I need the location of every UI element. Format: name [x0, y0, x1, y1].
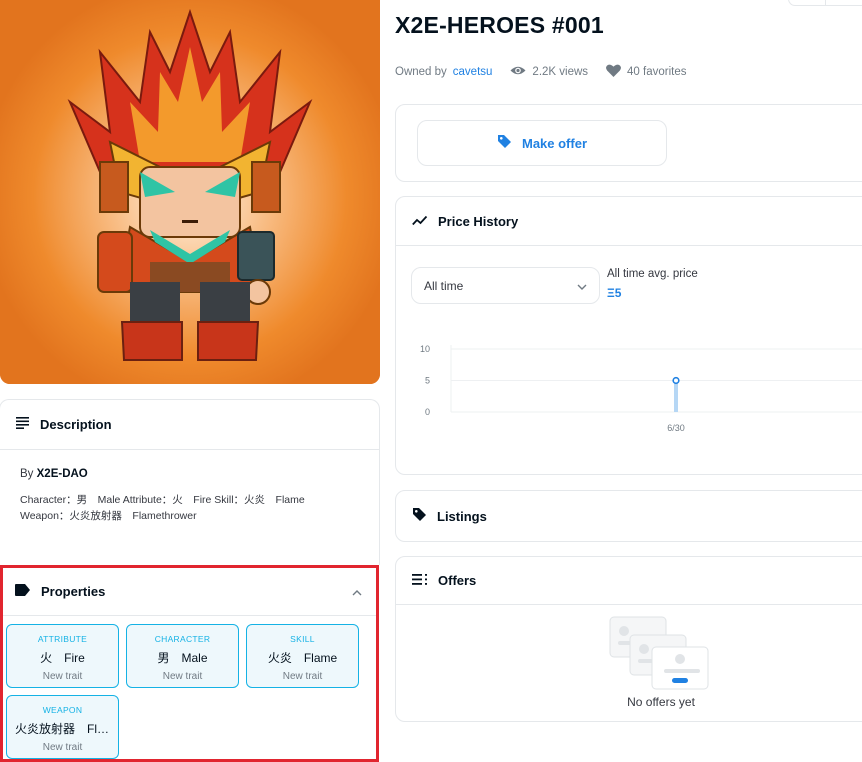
listings-panel: Listings	[395, 490, 862, 542]
chevron-up-icon[interactable]	[352, 585, 362, 599]
trait-type: ATTRIBUTE	[37, 634, 88, 644]
views-count: 2.2K views	[532, 66, 589, 78]
trait-rarity: New trait	[282, 671, 323, 682]
avg-price-label: All time avg. price	[607, 268, 698, 280]
trait-weapon[interactable]: WEAPON 火炎放射器 Flamethrower New trait	[6, 695, 119, 759]
trait-rarity: New trait	[162, 671, 203, 682]
trend-icon	[412, 214, 428, 229]
description-panel: Description By X2E-DAO Character：男 Male …	[0, 399, 380, 565]
description-title: Description	[40, 417, 112, 432]
y-tick-label: 0	[425, 407, 430, 417]
hero-artwork	[0, 0, 380, 384]
heart-icon[interactable]	[606, 64, 621, 80]
eye-icon	[510, 65, 526, 79]
properties-header[interactable]: Properties	[3, 568, 376, 616]
trait-character[interactable]: CHARACTER 男 Male New trait	[126, 624, 239, 688]
properties-title: Properties	[41, 584, 106, 599]
y-tick-label: 10	[420, 344, 430, 354]
listings-header[interactable]: Listings	[396, 491, 862, 541]
item-title: X2E-HEROES #001	[395, 12, 604, 38]
description-line-1: Character：男 Male Attribute：火 Fire Skill：…	[20, 494, 305, 506]
trait-rarity: New trait	[42, 742, 83, 753]
description-header[interactable]: Description	[0, 400, 379, 450]
tag-icon	[15, 584, 31, 599]
tag-icon	[497, 134, 512, 152]
offers-title: Offers	[438, 573, 477, 588]
avg-price-value: Ξ5	[607, 286, 622, 300]
description-line-2: Weapon：火炎放射器 Flamethrower	[20, 510, 197, 522]
owned-by-label: Owned by	[395, 66, 447, 78]
nft-image[interactable]	[0, 0, 380, 384]
properties-panel: Properties ATTRIBUTE 火 Fire New trait CH…	[0, 565, 379, 762]
trait-value: 男 Male	[157, 651, 208, 665]
price-history-panel: Price History All time All time avg. pri…	[395, 196, 862, 475]
favorites-count: 40 favorites	[627, 66, 687, 78]
price-history-header[interactable]: Price History	[396, 197, 862, 246]
period-select[interactable]: All time	[411, 267, 600, 304]
trait-type: CHARACTER	[154, 634, 211, 644]
list-lines-icon	[16, 417, 30, 432]
trait-type: WEAPON	[42, 705, 83, 715]
volume-bar	[674, 380, 678, 412]
period-value: All time	[424, 278, 464, 293]
list-icon	[412, 573, 428, 588]
creator-link[interactable]: X2E-DAO	[37, 468, 88, 480]
owner-link[interactable]: cavetsu	[453, 66, 493, 78]
offers-header[interactable]: Offers	[396, 557, 862, 605]
make-offer-button[interactable]: Make offer	[417, 120, 667, 166]
offer-panel: Make offer	[395, 104, 862, 182]
trait-attribute[interactable]: ATTRIBUTE 火 Fire New trait	[6, 624, 119, 688]
trait-value: 火炎 Flame	[267, 651, 338, 665]
price-history-title: Price History	[438, 213, 519, 229]
share-actions[interactable]	[788, 0, 862, 6]
trait-type: SKILL	[290, 634, 315, 644]
trait-value: 火炎放射器 Flamethrower	[15, 722, 118, 736]
make-offer-label: Make offer	[521, 135, 588, 151]
offers-panel: Offers No offers yet	[395, 556, 862, 722]
empty-offers-icon	[609, 616, 709, 690]
description-creator: By X2E-DAO	[20, 468, 359, 480]
trait-rarity: New trait	[42, 671, 83, 682]
tag-icon	[412, 507, 427, 525]
no-offers-text: No offers yet	[627, 695, 695, 709]
y-tick-label: 5	[425, 376, 430, 386]
trait-value: 火 Fire	[40, 651, 85, 665]
price-chart: 0 5 10 6/30	[420, 344, 862, 433]
chevron-down-icon	[577, 279, 587, 293]
trait-skill[interactable]: SKILL 火炎 Flame New trait	[246, 624, 359, 688]
price-point	[672, 376, 680, 385]
item-meta: Owned by cavetsu 2.2K views 40 favorites	[395, 64, 686, 80]
x-tick-label: 6/30	[667, 423, 685, 433]
listings-title: Listings	[437, 508, 487, 524]
by-label: By	[20, 468, 34, 480]
